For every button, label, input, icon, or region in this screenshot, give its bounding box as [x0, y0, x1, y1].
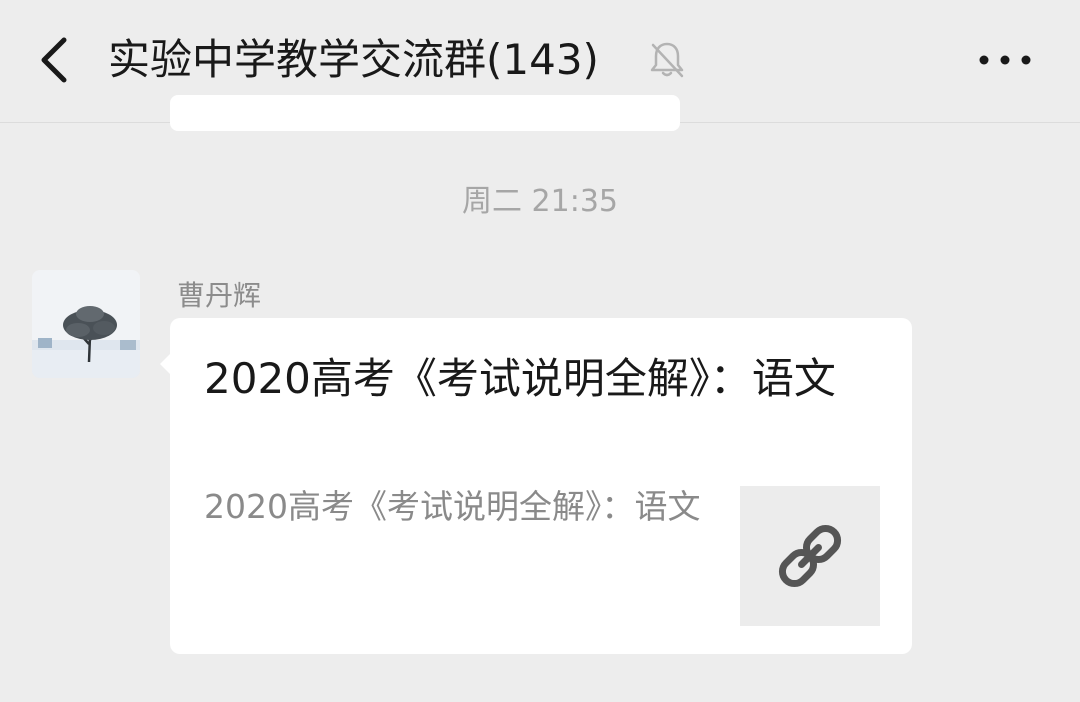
- link-card[interactable]: 2020高考《考试说明全解》：语文 2020高考《考试说明全解》：语文: [170, 318, 912, 654]
- more-dots-icon: [979, 55, 1031, 65]
- link-card-description: 2020高考《考试说明全解》：语文: [204, 487, 701, 526]
- chat-title: 实验中学教学交流群(143): [108, 35, 599, 84]
- chat-screen: 实验中学教学交流群(143) 周二 21:35 曹丹辉 2020高考《考试说明全…: [0, 0, 1080, 702]
- sender-name: 曹丹辉: [177, 279, 262, 312]
- link-thumbnail: [740, 486, 880, 626]
- link-card-title: 2020高考《考试说明全解》：语文: [204, 354, 836, 403]
- avatar[interactable]: [32, 270, 140, 378]
- message-timestamp: 周二 21:35: [462, 184, 618, 219]
- more-button[interactable]: [970, 40, 1040, 80]
- previous-message-bubble[interactable]: [170, 95, 680, 131]
- bell-slash-icon: [646, 38, 688, 80]
- back-button[interactable]: [30, 30, 80, 90]
- chevron-left-icon: [41, 37, 67, 83]
- winter-tree-avatar: [32, 270, 140, 378]
- link-icon: [778, 524, 842, 588]
